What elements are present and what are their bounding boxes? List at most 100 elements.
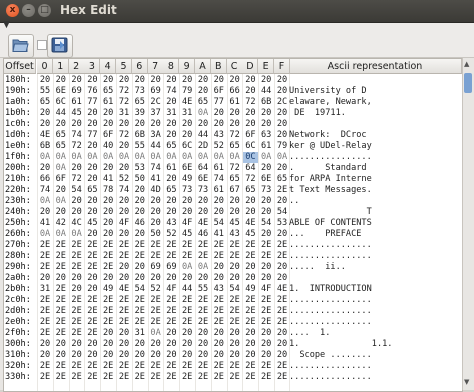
hex-byte-cell[interactable]: 4C [69, 218, 84, 229]
hex-byte-cell[interactable]: 2C [148, 97, 163, 108]
hex-byte-cell[interactable]: 20 [259, 75, 274, 86]
hex-byte-cell[interactable]: 65 [38, 97, 53, 108]
hex-byte-cell[interactable]: 2E [180, 306, 195, 317]
hex-byte-cell[interactable]: 20 [117, 350, 132, 361]
hex-column-header[interactable]: 9 [179, 59, 196, 74]
hex-byte-cell[interactable]: 20 [196, 207, 211, 218]
hex-byte-cell[interactable]: 2E [69, 240, 84, 251]
hex-byte-cell[interactable]: 20 [85, 196, 100, 207]
hex-byte-cell[interactable]: 31 [180, 108, 195, 119]
hex-byte-cell[interactable]: 2E [85, 372, 100, 383]
hex-byte-cell[interactable]: 20 [180, 207, 195, 218]
hex-byte-cell[interactable]: 74 [69, 130, 84, 141]
hex-byte-cell[interactable]: 20 [148, 75, 163, 86]
hex-byte-cell[interactable]: 20 [275, 86, 290, 97]
hex-byte-cell[interactable]: 2E [275, 317, 290, 328]
hex-byte-cell[interactable]: 79 [275, 141, 290, 152]
hex-byte-cell[interactable]: 20 [69, 163, 84, 174]
hex-byte-cell[interactable]: 20 [243, 119, 258, 130]
hex-byte-cell[interactable]: 2E [53, 295, 68, 306]
hex-byte-cell[interactable]: 41 [211, 229, 226, 240]
hex-byte-cell[interactable]: 20 [69, 350, 84, 361]
hex-byte-cell[interactable]: 2E [132, 306, 147, 317]
hex-byte-cell[interactable]: 2E [85, 306, 100, 317]
hex-byte-cell[interactable]: 2E [148, 295, 163, 306]
hex-byte-cell[interactable]: 20 [211, 262, 226, 273]
hex-byte-cell[interactable]: 0A [148, 328, 163, 339]
hex-byte-cell[interactable]: 2E [132, 295, 147, 306]
hex-byte-cell[interactable]: 50 [148, 229, 163, 240]
hex-byte-cell[interactable]: 20 [148, 273, 163, 284]
hex-byte-cell[interactable]: 20 [53, 185, 68, 196]
hex-byte-cell[interactable]: 20 [243, 196, 258, 207]
hex-byte-cell[interactable]: 6F [211, 86, 226, 97]
hex-byte-cell[interactable]: 65 [85, 185, 100, 196]
hex-byte-cell[interactable]: 44 [148, 141, 163, 152]
hex-byte-cell[interactable]: 20 [164, 119, 179, 130]
hex-byte-cell[interactable]: 20 [211, 273, 226, 284]
hex-byte-cell[interactable]: 2E [275, 240, 290, 251]
ascii-text-cell[interactable] [289, 119, 459, 130]
hex-byte-cell[interactable]: 2E [227, 372, 242, 383]
hex-byte-cell[interactable]: 0A [38, 229, 53, 240]
hex-byte-cell[interactable]: 41 [38, 218, 53, 229]
hex-byte-cell[interactable]: 2E [117, 251, 132, 262]
hex-byte-cell[interactable]: 20 [211, 75, 226, 86]
hex-byte-cell[interactable]: 2E [69, 361, 84, 372]
hex-byte-cell[interactable]: 2E [132, 251, 147, 262]
hex-byte-cell[interactable]: 20 [227, 196, 242, 207]
hex-byte-cell[interactable]: 0A [85, 152, 100, 163]
hex-byte-cell[interactable]: 20 [227, 75, 242, 86]
hex-byte-cell[interactable]: 64 [243, 163, 258, 174]
hex-column-header[interactable]: D [242, 59, 259, 74]
hex-byte-cell[interactable]: 74 [164, 86, 179, 97]
hex-byte-cell[interactable]: 20 [85, 229, 100, 240]
hex-byte-cell[interactable]: 20 [243, 262, 258, 273]
hex-byte-cell[interactable]: 20 [164, 97, 179, 108]
hex-byte-cell[interactable]: 20 [259, 350, 274, 361]
hex-byte-cell[interactable]: 20 [132, 196, 147, 207]
hex-byte-cell[interactable]: 20 [275, 130, 290, 141]
hex-byte-cell[interactable]: 20 [164, 174, 179, 185]
hex-byte-cell[interactable]: 2E [38, 262, 53, 273]
hex-byte-cell[interactable]: 20 [101, 108, 116, 119]
hex-byte-cell[interactable]: 54 [275, 207, 290, 218]
hex-byte-cell[interactable]: 20 [275, 119, 290, 130]
hex-column-header[interactable]: 7 [147, 59, 164, 74]
hex-byte-cell[interactable]: 6F [53, 174, 68, 185]
hex-byte-cell[interactable]: 20 [275, 328, 290, 339]
hex-byte-cell[interactable]: 20 [132, 229, 147, 240]
hex-byte-cell[interactable]: 2E [164, 306, 179, 317]
hex-byte-cell[interactable]: 2E [196, 240, 211, 251]
hex-byte-cell[interactable]: 2E [211, 306, 226, 317]
hex-byte-cell[interactable]: 20 [53, 75, 68, 86]
hex-byte-cell[interactable]: 2E [180, 317, 195, 328]
hex-byte-cell[interactable]: 20 [38, 75, 53, 86]
hex-byte-cell[interactable]: 39 [132, 108, 147, 119]
ascii-text-cell[interactable]: ................ [289, 251, 459, 262]
hex-byte-cell[interactable]: 37 [148, 108, 163, 119]
ascii-text-cell[interactable]: ................ [289, 372, 459, 383]
hex-byte-cell[interactable]: 2E [259, 372, 274, 383]
hex-byte-cell[interactable]: 20 [211, 119, 226, 130]
scroll-down-icon[interactable]: ▼ [464, 378, 469, 386]
hex-byte-cell[interactable]: 2E [85, 361, 100, 372]
hex-byte-cell[interactable]: 65 [164, 185, 179, 196]
hex-byte-cell[interactable]: 65 [101, 86, 116, 97]
hex-byte-cell[interactable]: 2E [69, 262, 84, 273]
ascii-text-cell[interactable]: 1. 1.1. [289, 339, 459, 350]
hex-byte-cell[interactable]: 2E [211, 295, 226, 306]
hex-byte-cell[interactable]: 78 [101, 185, 116, 196]
hex-byte-cell[interactable]: 0A [180, 262, 195, 273]
hex-byte-cell[interactable]: 20 [53, 350, 68, 361]
hex-byte-cell[interactable]: 2E [69, 317, 84, 328]
hex-byte-cell[interactable]: 20 [243, 350, 258, 361]
hex-byte-cell[interactable]: 40 [101, 141, 116, 152]
ascii-text-cell[interactable]: t Text Messages. [289, 185, 459, 196]
hex-byte-cell[interactable]: 20 [227, 273, 242, 284]
hex-byte-cell[interactable]: 2E [53, 361, 68, 372]
hex-byte-cell[interactable]: 20 [38, 119, 53, 130]
hex-byte-cell[interactable]: 2E [38, 317, 53, 328]
hex-byte-cell[interactable]: 2E [117, 306, 132, 317]
hex-byte-cell[interactable]: 20 [211, 328, 226, 339]
